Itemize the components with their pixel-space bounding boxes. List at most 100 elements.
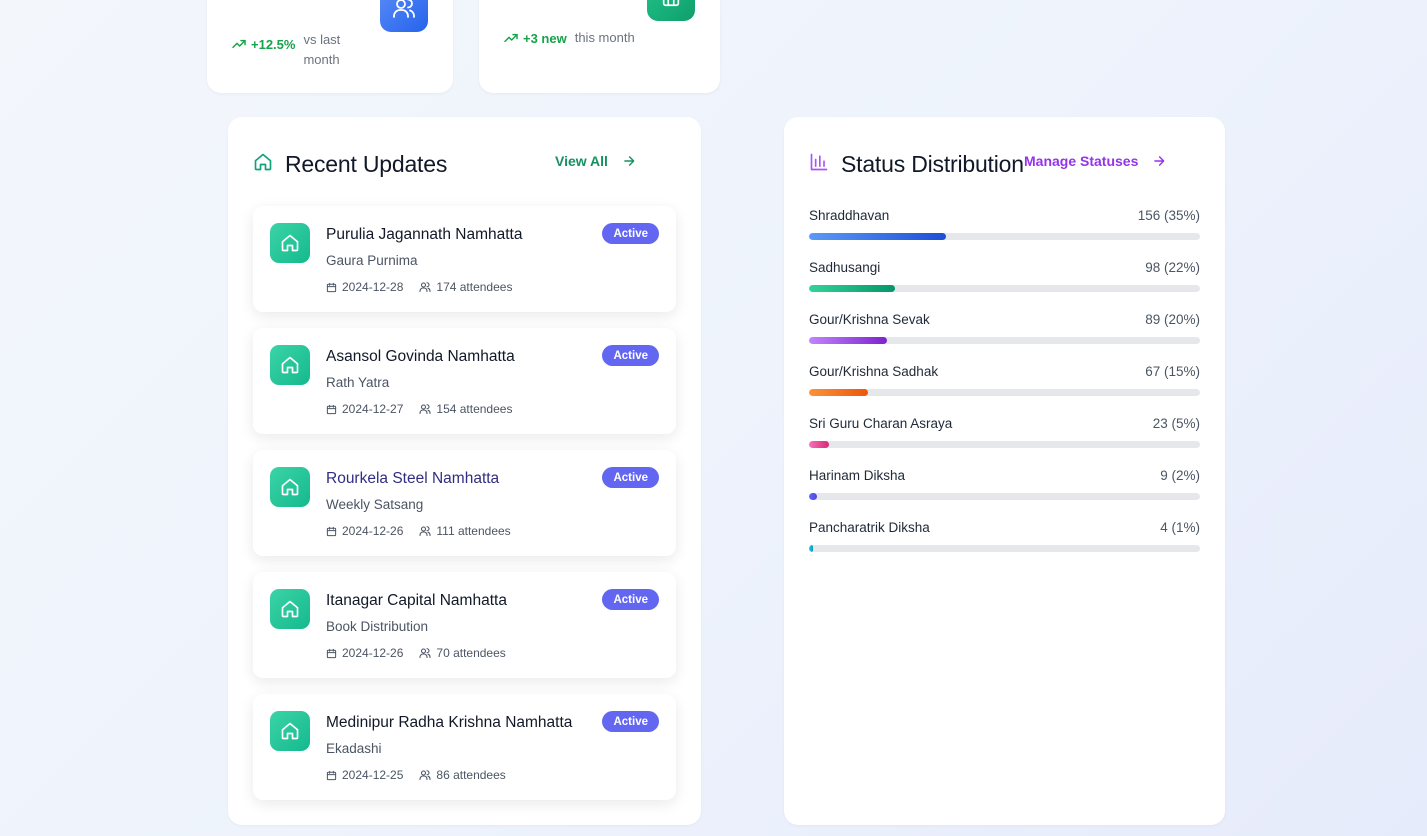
view-all-link[interactable]: View All <box>555 153 636 169</box>
progress-fill <box>809 337 888 344</box>
progress-fill <box>809 233 946 240</box>
status-value: 156 (35%) <box>1137 208 1200 223</box>
update-event: Ekadashi <box>326 741 382 756</box>
update-date: 2024-12-27 <box>342 402 404 416</box>
status-badge: Active <box>602 345 659 366</box>
calendar-icon <box>326 770 337 780</box>
calendar-icon <box>326 526 337 536</box>
date-item: 2024-12-26 <box>326 524 403 538</box>
progress-track <box>809 337 1200 344</box>
home-icon <box>253 152 273 177</box>
status-value: 23 (5%) <box>1152 416 1200 431</box>
progress-track <box>809 233 1200 240</box>
users-icon <box>419 404 431 415</box>
progress-track <box>809 441 1200 448</box>
home-icon <box>270 467 310 507</box>
attendees-item: 70 attendees <box>419 646 506 660</box>
stat-trend: +12.5% vs last month <box>231 30 351 70</box>
status-row: Pancharatrik Diksha 4 (1%) <box>809 520 1200 560</box>
calendar-icon <box>326 404 337 414</box>
update-date: 2024-12-26 <box>342 646 404 660</box>
trend-note: vs last month <box>303 32 341 67</box>
date-item: 2024-12-28 <box>326 280 403 294</box>
trend-value: +3 new <box>523 30 567 46</box>
users-icon <box>419 770 431 781</box>
update-card[interactable]: Medinipur Radha Krishna Namhatta Ekadash… <box>253 694 676 800</box>
status-badge: Active <box>602 711 659 732</box>
update-event: Book Distribution <box>326 619 429 634</box>
panel-title: Recent Updates <box>285 150 448 177</box>
users-icon <box>419 526 431 537</box>
status-label: Shraddhavan <box>809 208 890 223</box>
update-meta: 2024-12-25 86 attendees <box>326 768 506 782</box>
update-attendees: 174 attendees <box>436 280 513 294</box>
update-attendees: 154 attendees <box>436 402 513 416</box>
update-meta: 2024-12-28 174 attendees <box>326 280 512 294</box>
trend-up: +3 new <box>503 30 567 46</box>
update-meta: 2024-12-27 154 attendees <box>326 402 512 416</box>
update-date: 2024-12-26 <box>342 524 404 538</box>
update-name: Asansol Govinda Namhatta <box>326 348 515 365</box>
status-label: Harinam Diksha <box>809 468 906 483</box>
date-item: 2024-12-27 <box>326 402 403 416</box>
date-item: 2024-12-25 <box>326 768 403 782</box>
update-card[interactable]: Itanagar Capital Namhatta Book Distribut… <box>253 572 676 678</box>
view-all-label: View All <box>555 153 608 169</box>
bar-chart-icon <box>809 152 829 177</box>
status-label: Pancharatrik Diksha <box>809 520 930 535</box>
status-row: Gour/Krishna Sadhak 67 (15%) <box>809 364 1200 404</box>
attendees-item: 154 attendees <box>419 402 512 416</box>
update-card[interactable]: Rourkela Steel Namhatta Weekly Satsang 2… <box>253 450 676 556</box>
update-name: Itanagar Capital Namhatta <box>326 592 507 609</box>
attendees-item: 174 attendees <box>419 280 512 294</box>
trending-up-icon <box>232 39 246 49</box>
update-date: 2024-12-28 <box>342 280 404 294</box>
users-icon <box>419 282 431 293</box>
manage-statuses-link[interactable]: Manage Statuses <box>1024 153 1166 169</box>
home-icon <box>270 223 310 263</box>
update-attendees: 86 attendees <box>436 768 506 782</box>
update-card[interactable]: Asansol Govinda Namhatta Rath Yatra 2024… <box>253 328 676 434</box>
progress-track <box>809 285 1200 292</box>
status-value: 9 (2%) <box>1160 468 1200 483</box>
update-event: Gaura Purnima <box>326 253 418 268</box>
update-attendees: 111 attendees <box>436 524 511 538</box>
status-value: 67 (15%) <box>1145 364 1200 379</box>
update-name: Purulia Jagannath Namhatta <box>326 226 523 243</box>
update-event: Weekly Satsang <box>326 497 424 512</box>
recent-updates-panel: Recent Updates View All Purulia Jagannat… <box>228 117 701 825</box>
trend-value: +12.5% <box>251 36 296 52</box>
arrow-right-icon <box>624 156 635 166</box>
home-icon <box>270 589 310 629</box>
progress-track <box>809 545 1200 552</box>
update-name: Rourkela Steel Namhatta <box>326 470 500 487</box>
progress-fill <box>809 285 896 292</box>
progress-fill <box>809 545 813 552</box>
update-event: Rath Yatra <box>326 375 390 390</box>
progress-fill <box>809 441 829 448</box>
stat-trend: +3 new this month <box>503 30 635 46</box>
panel-title: Status Distribution <box>841 150 1024 177</box>
status-badge: Active <box>602 223 659 244</box>
calendar-icon <box>326 282 337 292</box>
update-card[interactable]: Purulia Jagannath Namhatta Gaura Purnima… <box>253 206 676 312</box>
update-meta: 2024-12-26 111 attendees <box>326 524 511 538</box>
update-date: 2024-12-25 <box>342 768 404 782</box>
trend-note: this month <box>574 30 635 45</box>
arrow-right-icon <box>1154 156 1165 166</box>
status-value: 4 (1%) <box>1160 520 1200 535</box>
trending-up-icon <box>504 33 518 43</box>
status-row: Sri Guru Charan Asraya 23 (5%) <box>809 416 1200 456</box>
status-value: 89 (20%) <box>1145 312 1200 327</box>
date-item: 2024-12-26 <box>326 646 403 660</box>
status-label: Sri Guru Charan Asraya <box>809 416 953 431</box>
status-row: Sadhusangi 98 (22%) <box>809 260 1200 300</box>
users-icon <box>380 0 428 32</box>
progress-track <box>809 493 1200 500</box>
users-icon <box>419 648 431 659</box>
home-icon <box>270 711 310 751</box>
update-attendees: 70 attendees <box>436 646 506 660</box>
status-distribution-panel: Status Distribution Manage Statuses Shra… <box>784 117 1225 825</box>
building-icon <box>647 0 695 21</box>
status-row: Harinam Diksha 9 (2%) <box>809 468 1200 508</box>
